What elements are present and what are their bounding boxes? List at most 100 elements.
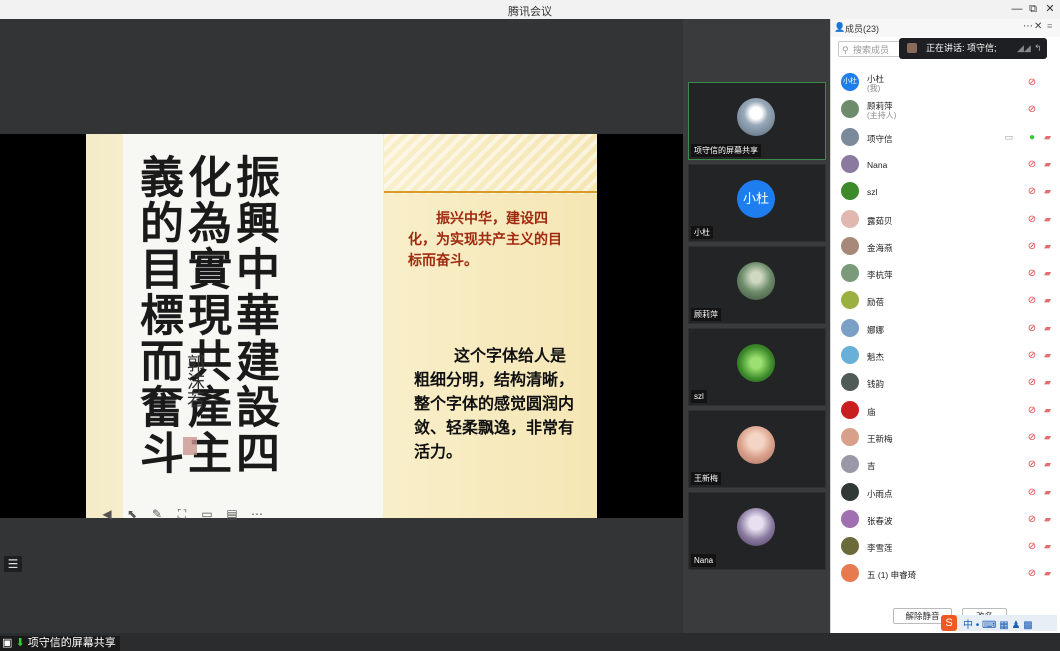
member-row[interactable]: 李雪莲 ▰ ⊘	[841, 534, 1051, 560]
back-icon[interactable]: ◀	[100, 507, 114, 521]
camera-off-icon[interactable]: ▰	[1044, 377, 1051, 388]
camera-off-icon[interactable]: ▰	[1044, 268, 1051, 279]
mic-muted-icon[interactable]: ⊘	[1027, 487, 1037, 499]
close-button[interactable]: ✕	[1041, 1, 1059, 17]
avatar	[841, 482, 859, 501]
member-row[interactable]: 娜娜 ▰ ⊘	[841, 316, 1051, 342]
mic-muted-icon[interactable]: ⊘	[1027, 377, 1037, 389]
search-input[interactable]: ⚲ 搜索成员	[838, 41, 908, 57]
mic-muted-icon[interactable]: ⊘	[1027, 514, 1037, 526]
mic-muted-icon[interactable]: ⊘	[1027, 432, 1037, 444]
more-icon[interactable]: ⋯	[250, 507, 264, 521]
mic-muted-icon[interactable]: ⊘	[1027, 295, 1037, 307]
ime-icon[interactable]: S	[941, 615, 957, 631]
mic-muted-icon[interactable]: ⊘	[1027, 541, 1037, 553]
camera-off-icon[interactable]: ▰	[1044, 459, 1051, 470]
camera-off-icon[interactable]: ▰	[1044, 487, 1051, 498]
speaker-avatar	[907, 43, 917, 53]
member-row[interactable]: Nana ▰ ⊘	[841, 152, 1051, 178]
chat-icon[interactable]: ▤	[225, 507, 239, 521]
avatar	[841, 373, 859, 392]
camera-off-icon[interactable]: ▰	[1044, 432, 1051, 443]
screen-icon[interactable]: ▭	[200, 507, 214, 521]
pointer-icon[interactable]: ⬉	[125, 507, 139, 521]
video-tile[interactable]: 王新梅	[688, 410, 826, 488]
members-panel: 👤 成员(23) ⋯ ✕ ≡ ⚲ 搜索成员 正在讲话: 项守信; ◢◢ ↰ 小杜…	[830, 19, 1060, 633]
member-row[interactable]: 露茹贝 ▰ ⊘	[841, 207, 1051, 233]
mic-muted-icon[interactable]: ⊘	[1027, 186, 1037, 198]
member-row[interactable]: 王新梅 ▰ ⊘	[841, 425, 1051, 451]
menu-icon[interactable]: ≡	[1047, 21, 1052, 31]
member-name: 李雪莲	[867, 543, 893, 554]
camera-off-icon[interactable]: ▰	[1044, 241, 1051, 252]
video-tile[interactable]: 顾莉萍	[688, 246, 826, 324]
ime-mode-icon[interactable]: 中 • ⌨ ▦ ♟ ▩	[963, 616, 1033, 631]
camera-off-icon[interactable]: ▰	[1044, 541, 1051, 552]
fullscreen-icon[interactable]: ⛶	[175, 507, 189, 521]
member-name: 金海燕	[867, 242, 893, 253]
window-title: 腾讯会议	[508, 6, 552, 18]
avatar	[737, 508, 775, 546]
member-row[interactable]: 张春波 ▰ ⊘	[841, 507, 1051, 533]
mic-muted-icon[interactable]: ⊘	[1027, 268, 1037, 280]
member-row[interactable]: 小杜 小杜 (我) ⊘	[841, 70, 1051, 96]
slide-paragraph-2: 这个字体给人是粗细分明，结构清晰，整个字体的感觉圆润内敛、轻柔飘逸，非常有活力。	[414, 346, 575, 461]
member-name: 小雨点	[867, 488, 893, 499]
list-menu-icon[interactable]: ☰	[4, 556, 22, 572]
member-row[interactable]: 庙 ▰ ⊘	[841, 398, 1051, 424]
avatar: 小杜	[737, 180, 775, 218]
member-name: 王新梅	[867, 433, 893, 444]
close-icon[interactable]: ✕	[1034, 21, 1042, 32]
camera-off-icon[interactable]: ▰	[1044, 186, 1051, 197]
video-tile[interactable]: 小杜 小杜	[688, 164, 826, 242]
member-name: 娜娜	[867, 324, 885, 335]
mic-muted-icon[interactable]: ⊘	[1027, 241, 1037, 253]
member-row[interactable]: 项守信 ▭ ▰ ●	[841, 125, 1051, 151]
member-row[interactable]: 五 (1) 申睿琦 ▰ ⊘	[841, 561, 1051, 587]
video-tile[interactable]: 项守信的屏幕共享	[688, 82, 826, 160]
mic-muted-icon[interactable]: ⊘	[1027, 459, 1037, 471]
tile-name: 顾莉萍	[691, 308, 721, 321]
camera-off-icon[interactable]: ▰	[1044, 514, 1051, 525]
mic-muted-icon[interactable]: ⊘	[1027, 77, 1037, 89]
member-row[interactable]: 小雨点 ▰ ⊘	[841, 480, 1051, 506]
mic-on-icon[interactable]: ●	[1027, 132, 1037, 144]
video-gallery: 项守信的屏幕共享 小杜 小杜 顾莉萍 szl 王新梅 Nana	[683, 19, 830, 633]
camera-off-icon[interactable]: ▰	[1044, 132, 1051, 143]
member-row[interactable]: 钱韵 ▰ ⊘	[841, 370, 1051, 396]
restore-button[interactable]: ⧉	[1024, 1, 1042, 17]
member-row[interactable]: 励蓓 ▰ ⊘	[841, 288, 1051, 314]
camera-off-icon[interactable]: ▰	[1044, 568, 1051, 579]
avatar	[737, 98, 775, 136]
pen-icon[interactable]: ✎	[150, 507, 164, 521]
camera-off-icon[interactable]: ▰	[1044, 214, 1051, 225]
avatar	[841, 400, 859, 419]
mic-muted-icon[interactable]: ⊘	[1027, 104, 1037, 116]
camera-off-icon[interactable]: ▰	[1044, 295, 1051, 306]
video-tile[interactable]: Nana	[688, 492, 826, 570]
more-icon[interactable]: ⋯	[1023, 21, 1033, 32]
mic-muted-icon[interactable]: ⊘	[1027, 350, 1037, 362]
member-row[interactable]: 金海燕 ▰ ⊘	[841, 234, 1051, 260]
back-arrow-icon[interactable]: ↰	[1034, 38, 1042, 59]
mic-muted-icon[interactable]: ⊘	[1027, 568, 1037, 580]
mic-muted-icon[interactable]: ⊘	[1027, 405, 1037, 417]
member-role: (我)	[867, 84, 881, 93]
member-row[interactable]: 魁杰 ▰ ⊘	[841, 343, 1051, 369]
mic-muted-icon[interactable]: ⊘	[1027, 214, 1037, 226]
slide-divider	[384, 191, 597, 193]
camera-off-icon[interactable]: ▰	[1044, 405, 1051, 416]
camera-off-icon[interactable]: ▰	[1044, 159, 1051, 170]
member-row[interactable]: szl ▰ ⊘	[841, 179, 1051, 205]
member-row[interactable]: 李杭萍 ▰ ⊘	[841, 261, 1051, 287]
member-name: 魁杰	[867, 352, 885, 362]
video-tile[interactable]: szl	[688, 328, 826, 406]
member-row[interactable]: 吉 ▰ ⊘	[841, 452, 1051, 478]
slide-decoration	[384, 134, 597, 194]
member-name: Nana	[867, 159, 888, 170]
camera-off-icon[interactable]: ▰	[1044, 350, 1051, 361]
member-row[interactable]: 顾莉萍 (主持人) ⊘	[841, 97, 1051, 123]
mic-muted-icon[interactable]: ⊘	[1027, 323, 1037, 335]
camera-off-icon[interactable]: ▰	[1044, 323, 1051, 334]
mic-muted-icon[interactable]: ⊘	[1027, 159, 1037, 171]
